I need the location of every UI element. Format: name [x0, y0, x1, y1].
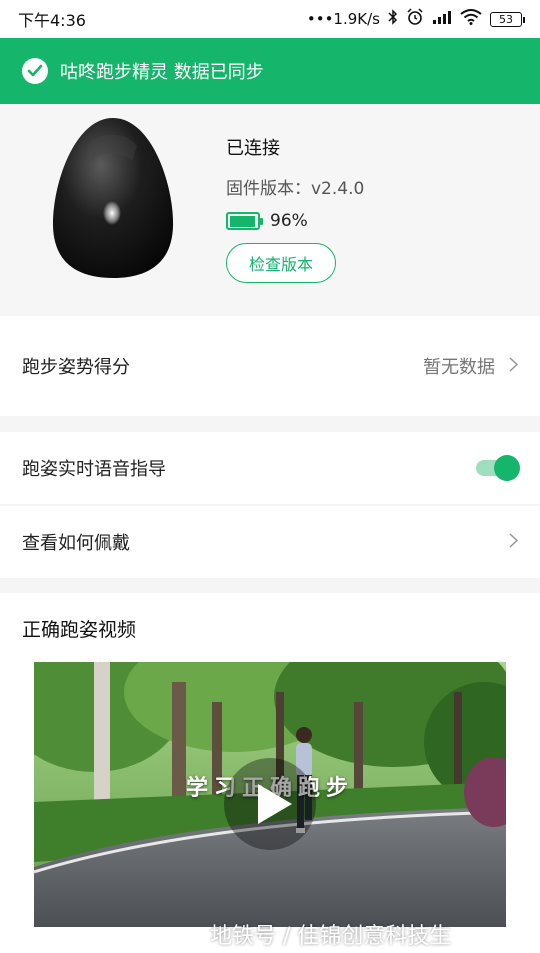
- chevron-right-icon: [509, 356, 519, 377]
- video-section: 正确跑姿视频: [0, 593, 540, 953]
- how-to-wear-label: 查看如何佩戴: [22, 533, 130, 554]
- play-icon[interactable]: [220, 754, 320, 854]
- connection-status: 已连接: [226, 138, 280, 159]
- alarm-icon: [406, 8, 424, 30]
- wifi-icon: [460, 9, 482, 29]
- battery-level-text: 53: [499, 12, 513, 26]
- status-bar: 下午4:36 •••1.9K/s 53: [0, 0, 540, 38]
- posture-score-value: 暂无数据: [423, 357, 495, 378]
- video-section-title: 正确跑姿视频: [22, 619, 137, 641]
- device-battery-percent: 96%: [270, 211, 308, 231]
- voice-guidance-row: 跑姿实时语音指导: [0, 432, 540, 504]
- network-speed: •••1.9K/s: [306, 10, 380, 28]
- battery-icon: 53: [490, 11, 525, 27]
- device-info: 已连接 固件版本：v2.4.0 96% 检查版本: [226, 134, 364, 283]
- status-time: 下午4:36: [18, 11, 86, 30]
- device-image: [52, 116, 174, 279]
- video-player[interactable]: 学习正确跑步: [34, 662, 506, 927]
- sync-banner: 咕咚跑步精灵 数据已同步: [0, 38, 540, 104]
- firmware-version: 固件版本：v2.4.0: [226, 179, 365, 199]
- sync-banner-text: 咕咚跑步精灵 数据已同步: [60, 62, 264, 83]
- posture-score-label: 跑步姿势得分: [22, 357, 130, 378]
- how-to-wear-row[interactable]: 查看如何佩戴: [0, 506, 540, 578]
- device-card: 已连接 固件版本：v2.4.0 96% 检查版本: [0, 104, 540, 314]
- watermark-text: 地铁号 / 佳锦创意科技生: [210, 924, 452, 949]
- posture-score-row[interactable]: 跑步姿势得分 暂无数据: [0, 316, 540, 416]
- chevron-right-icon: [509, 532, 519, 553]
- check-icon: [22, 58, 48, 84]
- signal-icon: [432, 9, 452, 29]
- device-battery-icon: [226, 212, 263, 230]
- status-icons: •••1.9K/s 53: [306, 8, 525, 30]
- bluetooth-icon: [388, 9, 398, 29]
- check-version-button[interactable]: 检查版本: [226, 243, 336, 283]
- device-battery: 96%: [226, 211, 364, 231]
- voice-guidance-toggle[interactable]: [474, 455, 520, 481]
- voice-guidance-label: 跑姿实时语音指导: [22, 459, 166, 480]
